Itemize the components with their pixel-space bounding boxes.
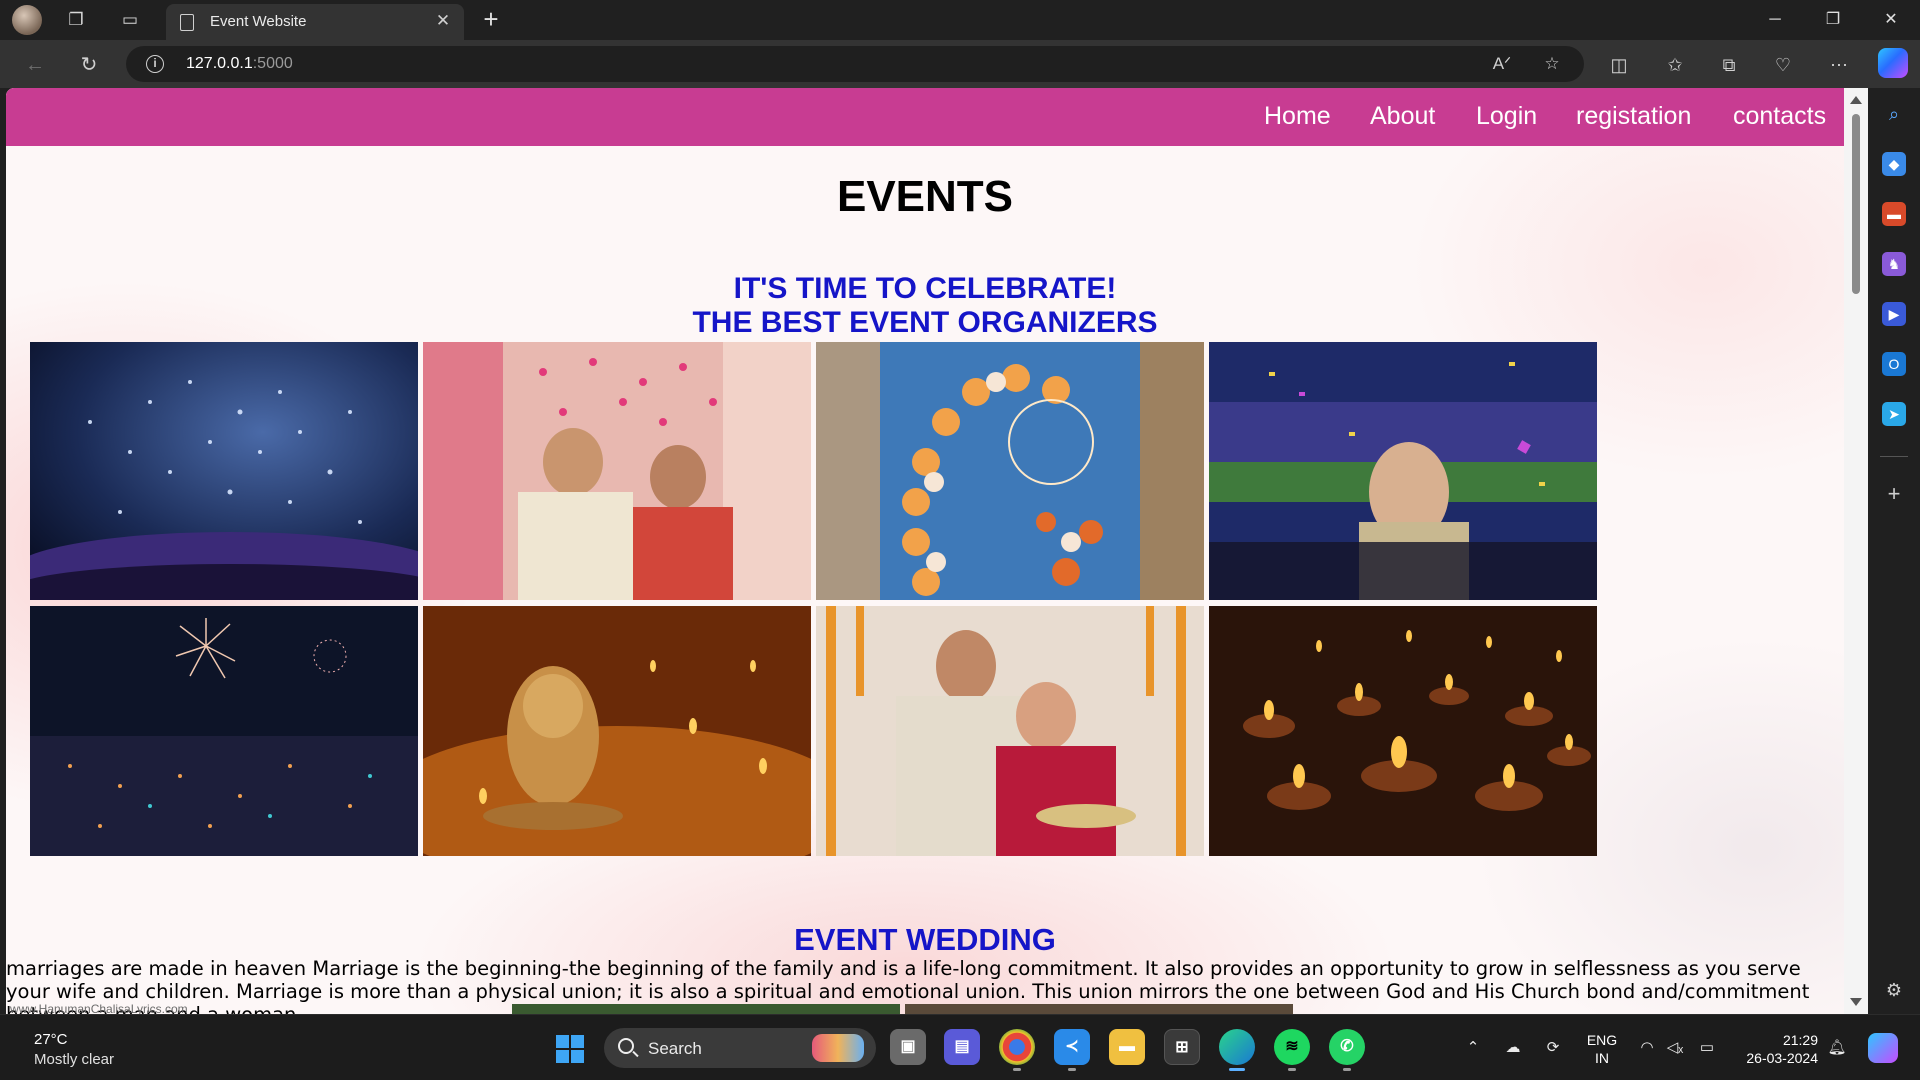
nav-contacts-link[interactable]: contacts: [1733, 102, 1826, 131]
spotify-icon[interactable]: ≋: [1274, 1029, 1310, 1071]
minimize-button[interactable]: ─: [1746, 0, 1804, 40]
site-navbar: Home About Login registation contacts: [6, 88, 1844, 146]
tools-icon[interactable]: ▬: [1882, 202, 1906, 226]
tagline-organizers: THE BEST EVENT ORGANIZERS: [692, 306, 1158, 339]
back-button[interactable]: ←: [22, 52, 48, 78]
address-bar[interactable]: i 127.0.0.1:5000 Aᐟ ☆: [126, 46, 1584, 82]
wedding-ceremony-photo: [423, 342, 811, 600]
page-scrollbar[interactable]: [1844, 88, 1868, 1014]
system-clock[interactable]: 21:29 26-03-2024: [1730, 1031, 1818, 1067]
image-watermark: www.HanumanChalisaLyrics.com: [10, 1002, 188, 1014]
favorites-icon[interactable]: ✩: [1662, 52, 1688, 78]
browser-toolbar: ← ↻ i 127.0.0.1:5000 Aᐟ ☆ ◫ ✩ ⧉ ♡ ⋯: [0, 40, 1920, 88]
search-label: Search: [648, 1039, 702, 1058]
edge-sidebar: ⌕ ◆ ▬ ♞ ▶ O ➤ + ⚙: [1868, 88, 1920, 1014]
search-highlight-image: [812, 1034, 864, 1062]
chrome-icon[interactable]: [999, 1029, 1035, 1071]
vscode-icon[interactable]: ≺: [1054, 1029, 1090, 1071]
windows-taskbar: 27°C Mostly clear Search ▣ ▤ ≺ ▬ ⊞ ≋ ✆ ⌃…: [0, 1014, 1920, 1080]
collections-icon[interactable]: ⧉: [1716, 52, 1742, 78]
stadium-celebration-photo: [1209, 342, 1597, 600]
copilot-taskbar-icon[interactable]: [1868, 1033, 1898, 1063]
nav-about-link[interactable]: About: [1370, 102, 1435, 131]
close-window-button[interactable]: ✕: [1862, 0, 1920, 40]
tagline-celebrate: IT'S TIME TO CELEBRATE!: [733, 272, 1117, 305]
page-title: EVENTS: [836, 172, 1014, 221]
add-icon[interactable]: +: [1882, 482, 1906, 506]
tray-overflow-chevron-icon[interactable]: ⌃: [1462, 1037, 1484, 1059]
nav-registration-link[interactable]: registation: [1576, 102, 1691, 131]
outlook-icon[interactable]: O: [1882, 352, 1906, 376]
nav-home-link[interactable]: Home: [1264, 102, 1331, 131]
send-icon[interactable]: ➤: [1882, 402, 1906, 426]
copilot-app-icon[interactable]: ▶: [1882, 302, 1906, 326]
nav-login-link[interactable]: Login: [1476, 102, 1537, 131]
battery-icon[interactable]: ▭: [1696, 1037, 1718, 1059]
file-explorer-icon[interactable]: ▬: [1109, 1029, 1145, 1065]
section-heading-wedding: EVENT WEDDING: [794, 922, 1056, 957]
browser-tab[interactable]: Event Website ✕: [166, 4, 464, 40]
diya-lamps-photo: [1209, 606, 1597, 856]
tab-title: Event Website: [210, 13, 307, 30]
site-info-icon[interactable]: i: [146, 55, 164, 73]
microsoft-store-icon[interactable]: ⊞: [1164, 1029, 1200, 1065]
page-viewport: Home About Login registation contacts EV…: [6, 88, 1844, 1014]
task-view-icon[interactable]: ▣: [890, 1029, 926, 1065]
concert-confetti-photo: [30, 342, 418, 600]
wifi-icon[interactable]: ◠: [1636, 1037, 1658, 1059]
games-icon[interactable]: ♞: [1882, 252, 1906, 276]
browser-tab-bar: ❐ ▭ Event Website ✕ + ─ ❐ ✕: [0, 0, 1920, 40]
next-photo-2: [905, 1004, 1293, 1014]
fireworks-city-photo: [30, 606, 418, 856]
search-icon[interactable]: ⌕: [1882, 102, 1906, 126]
onedrive-icon[interactable]: ☁: [1502, 1037, 1524, 1059]
read-aloud-icon[interactable]: Aᐟ: [1490, 52, 1514, 76]
workspaces-icon[interactable]: ❐: [64, 8, 88, 32]
favorite-star-icon[interactable]: ☆: [1540, 52, 1564, 76]
settings-gear-icon[interactable]: ⚙: [1882, 978, 1906, 1002]
restore-button[interactable]: ❐: [1804, 0, 1862, 40]
search-glass-icon: [618, 1038, 634, 1054]
weather-description[interactable]: Mostly clear: [34, 1051, 114, 1068]
scroll-up-arrow[interactable]: [1850, 96, 1862, 104]
start-button[interactable]: [556, 1035, 584, 1063]
weather-temperature[interactable]: 27°C: [34, 1031, 68, 1048]
sync-icon[interactable]: ⟳: [1542, 1037, 1564, 1059]
birthday-balloon-arch-photo: [816, 342, 1204, 600]
whatsapp-icon[interactable]: ✆: [1329, 1029, 1365, 1071]
sidebar-separator: [1880, 456, 1908, 457]
url-text[interactable]: 127.0.0.1:5000: [186, 55, 293, 73]
more-menu-icon[interactable]: ⋯: [1826, 52, 1852, 78]
page-icon: [180, 14, 194, 31]
volume-muted-icon[interactable]: ◁ₓ: [1664, 1037, 1686, 1059]
teams-chat-icon[interactable]: ▤: [944, 1029, 980, 1065]
copilot-icon[interactable]: [1878, 48, 1908, 78]
split-screen-icon[interactable]: ◫: [1606, 52, 1632, 78]
profile-avatar[interactable]: [12, 5, 42, 35]
new-tab-button[interactable]: +: [478, 6, 504, 32]
scroll-thumb[interactable]: [1852, 114, 1860, 294]
scroll-down-arrow[interactable]: [1850, 998, 1862, 1006]
ganesha-candles-photo: [423, 606, 811, 856]
tab-actions-icon[interactable]: ▭: [118, 8, 142, 32]
refresh-button[interactable]: ↻: [76, 52, 102, 78]
taskbar-search[interactable]: Search: [604, 1028, 876, 1068]
browser-essentials-icon[interactable]: ♡: [1770, 52, 1796, 78]
edge-browser-icon[interactable]: [1219, 1029, 1255, 1071]
next-photo-1: [512, 1004, 900, 1014]
notification-bell-icon[interactable]: 🔔︎: [1826, 1037, 1848, 1059]
shopping-tag-icon[interactable]: ◆: [1882, 152, 1906, 176]
language-indicator[interactable]: ENG IN: [1586, 1031, 1618, 1067]
close-tab-icon[interactable]: ✕: [432, 10, 454, 32]
couple-surprise-photo: [816, 606, 1204, 856]
